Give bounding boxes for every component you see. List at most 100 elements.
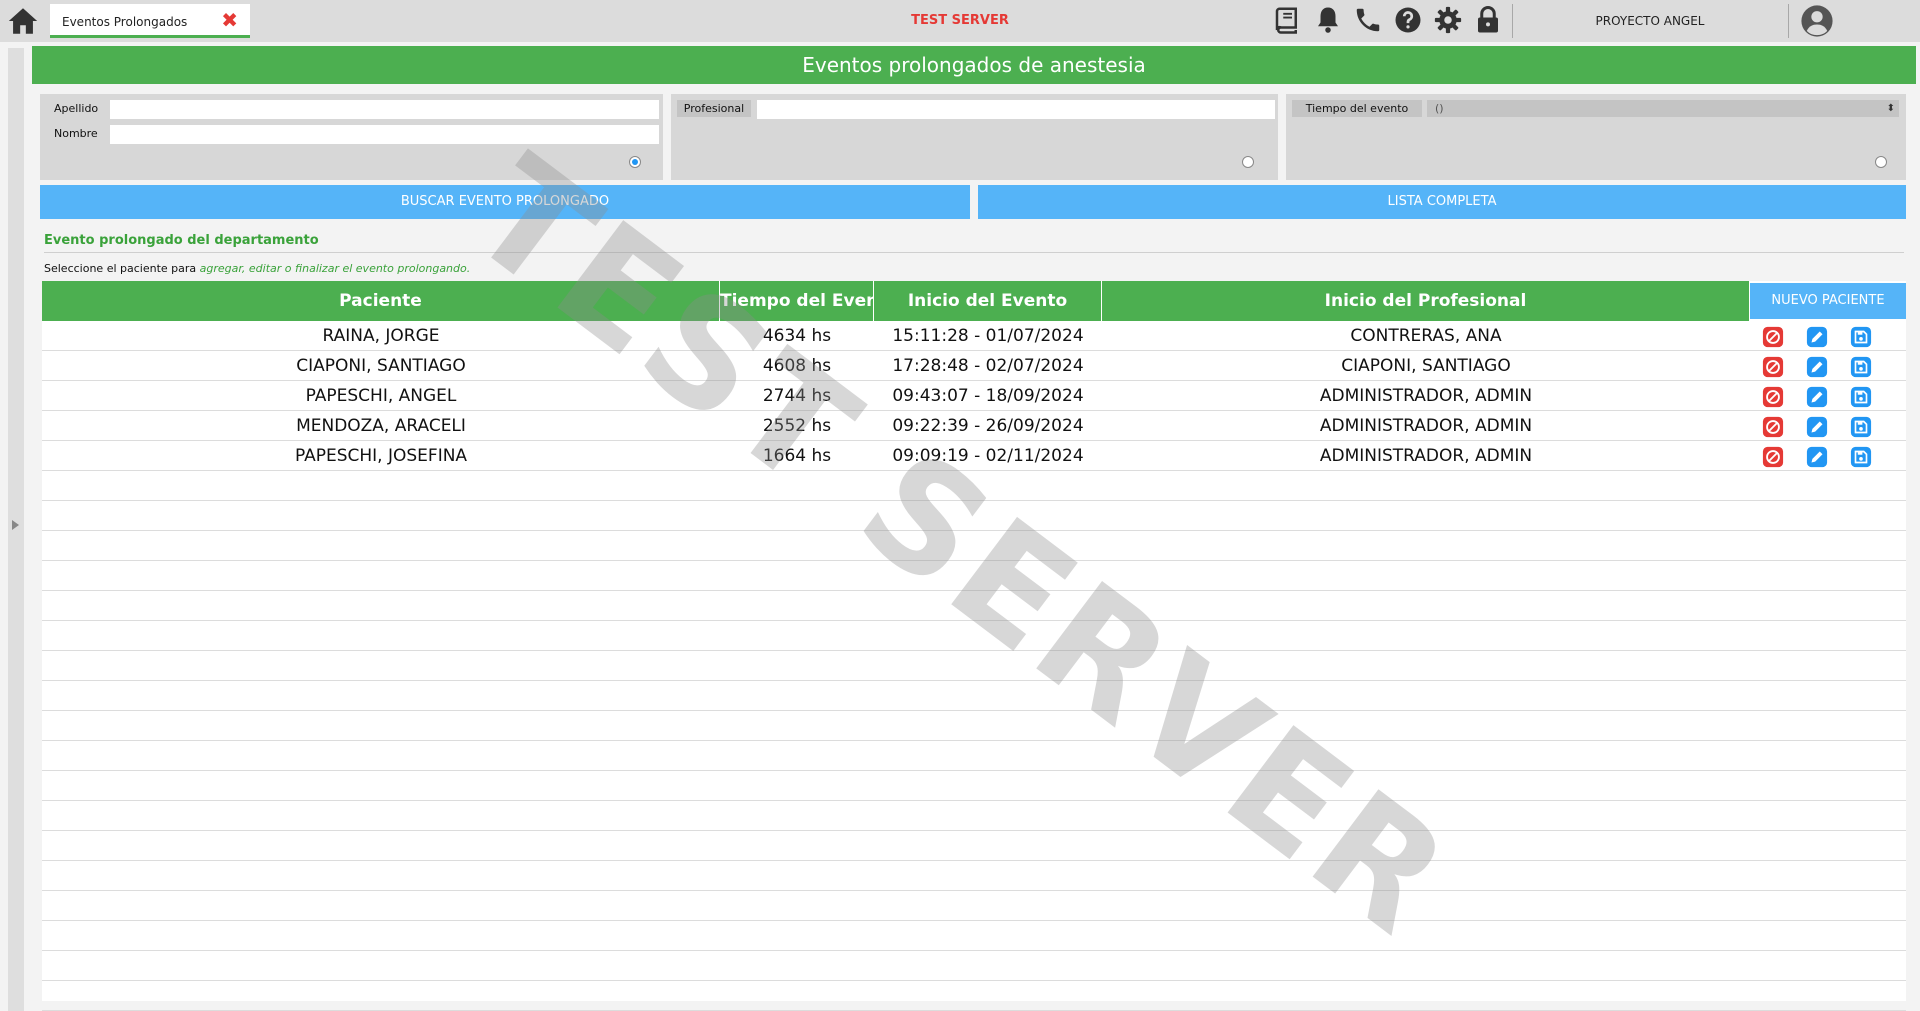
side-panel-toggle[interactable] (8, 48, 24, 1011)
table-row (42, 921, 1906, 951)
table-row (42, 861, 1906, 891)
table-row (42, 591, 1906, 621)
filter-name-radio[interactable] (629, 156, 641, 168)
save-icon[interactable] (1850, 416, 1872, 438)
table-row (42, 621, 1906, 651)
tiempo-label: Tiempo del evento (1292, 100, 1422, 117)
cell-inicio-profesional: ADMINISTRADOR, ADMIN (1319, 446, 1533, 466)
table-row (42, 501, 1906, 531)
table-header: Paciente Tiempo del Evento Inicio del Ev… (42, 281, 1906, 321)
cell-inicio-evento: 09:09:19 - 02/11/2024 (892, 446, 1084, 466)
edit-icon[interactable] (1806, 446, 1828, 468)
cell-inicio-evento: 15:11:28 - 01/07/2024 (892, 326, 1084, 346)
topbar-divider (1512, 4, 1513, 38)
table-row[interactable]: PAPESCHI, JOSEFINA 1664 hs 09:09:19 - 02/1… (42, 441, 1906, 471)
table-row[interactable]: PAPESCHI, ANGEL 2744 hs 09:43:07 - 18/09/2… (42, 381, 1906, 411)
chevron-right-icon (12, 520, 19, 530)
table-row (42, 711, 1906, 741)
table-row (42, 531, 1906, 561)
profesional-label: Profesional (677, 100, 751, 117)
table-row[interactable]: CIAPONI, SANTIAGO 4608 hs 17:28:48 - 02/07… (42, 351, 1906, 381)
page-title: Eventos prolongados de anestesia (32, 46, 1916, 84)
cell-paciente: PAPESCHI, ANGEL (305, 386, 457, 406)
cancel-icon[interactable] (1762, 446, 1784, 468)
sort-arrows-icon: ⬍ (1886, 103, 1895, 114)
bell-icon[interactable] (1313, 5, 1343, 35)
table-row (42, 891, 1906, 921)
instruction-text: Seleccione el paciente para agregar, edi… (44, 262, 470, 275)
instruction-prefix: Seleccione el paciente para (44, 262, 197, 275)
edit-icon[interactable] (1806, 386, 1828, 408)
cell-inicio-profesional: ADMINISTRADOR, ADMIN (1319, 386, 1533, 406)
edit-icon[interactable] (1806, 326, 1828, 348)
edit-icon[interactable] (1806, 356, 1828, 378)
events-table: Paciente Tiempo del Evento Inicio del Ev… (42, 281, 1906, 1011)
table-row (42, 951, 1906, 981)
server-label: TEST SERVER (911, 13, 1009, 28)
header-inicio-profesional[interactable]: Inicio del Profesional (1102, 281, 1750, 321)
save-icon[interactable] (1850, 326, 1872, 348)
tiempo-select-value: () (1435, 102, 1444, 115)
header-tiempo[interactable]: Tiempo del Evento (720, 281, 874, 321)
profesional-input[interactable] (757, 100, 1275, 119)
topbar-divider (1788, 4, 1789, 38)
instruction-highlight: agregar, editar o finalizar el evento pr… (199, 262, 471, 275)
save-icon[interactable] (1850, 356, 1872, 378)
cell-tiempo: 4634 hs (762, 326, 832, 346)
table-row (42, 771, 1906, 801)
header-inicio-evento[interactable]: Inicio del Evento (874, 281, 1102, 321)
edit-icon[interactable] (1806, 416, 1828, 438)
cell-tiempo: 2552 hs (762, 416, 832, 436)
cell-paciente: CIAPONI, SANTIAGO (296, 356, 466, 376)
cell-tiempo: 1664 hs (762, 446, 832, 466)
nombre-input[interactable] (110, 125, 659, 144)
cell-inicio-evento: 09:43:07 - 18/09/2024 (892, 386, 1084, 406)
table-row (42, 741, 1906, 771)
book-icon[interactable] (1272, 5, 1302, 35)
cell-inicio-profesional: ADMINISTRADOR, ADMIN (1319, 416, 1533, 436)
nuevo-paciente-button[interactable]: NUEVO PACIENTE (1750, 283, 1906, 319)
help-icon[interactable] (1393, 5, 1423, 35)
cell-paciente: PAPESCHI, JOSEFINA (294, 446, 468, 466)
cell-inicio-evento: 09:22:39 - 26/09/2024 (892, 416, 1084, 436)
header-paciente[interactable]: Paciente (42, 281, 720, 321)
save-icon[interactable] (1850, 386, 1872, 408)
close-icon[interactable]: ✖ (221, 10, 238, 30)
table-row (42, 681, 1906, 711)
filter-name-panel: Apellido Nombre (40, 94, 663, 180)
cancel-icon[interactable] (1762, 356, 1784, 378)
filter-profesional-radio[interactable] (1242, 156, 1254, 168)
tab-eventos-prolongados[interactable]: Eventos Prolongados ✖ (50, 4, 250, 38)
top-bar: Eventos Prolongados ✖ TEST SERVER PROYEC… (0, 0, 1920, 42)
buscar-evento-button[interactable]: BUSCAR EVENTO PROLONGADO (40, 185, 970, 219)
tiempo-select[interactable]: () ⬍ (1427, 100, 1899, 117)
cell-inicio-profesional: CIAPONI, SANTIAGO (1341, 356, 1511, 376)
phone-icon[interactable] (1353, 5, 1383, 35)
apellido-input[interactable] (110, 100, 659, 119)
user-avatar-icon[interactable] (1800, 4, 1834, 38)
table-row (42, 561, 1906, 591)
project-label[interactable]: PROYECTO ANGEL (1560, 14, 1740, 28)
home-icon[interactable] (6, 4, 40, 38)
filter-tiempo-radio[interactable] (1875, 156, 1887, 168)
apellido-label: Apellido (54, 102, 99, 115)
table-row (42, 801, 1906, 831)
table-row[interactable]: RAINA, JORGE 4634 hs 15:11:28 - 01/07/2024… (42, 321, 1906, 351)
cancel-icon[interactable] (1762, 386, 1784, 408)
nombre-label: Nombre (54, 127, 98, 140)
cell-paciente: RAINA, JORGE (322, 326, 440, 346)
table-row (42, 981, 1906, 1011)
cancel-icon[interactable] (1762, 326, 1784, 348)
filter-profesional-panel: Profesional (671, 94, 1278, 180)
cell-inicio-profesional: CONTRERAS, ANA (1350, 326, 1502, 346)
cell-paciente: MENDOZA, ARACELI (296, 416, 466, 436)
save-icon[interactable] (1850, 446, 1872, 468)
table-row[interactable]: MENDOZA, ARACELI 2552 hs 09:22:39 - 26/09/… (42, 411, 1906, 441)
lock-icon[interactable] (1473, 5, 1503, 35)
table-row (42, 471, 1906, 501)
lista-completa-button[interactable]: LISTA COMPLETA (978, 185, 1906, 219)
cancel-icon[interactable] (1762, 416, 1784, 438)
cell-tiempo: 2744 hs (762, 386, 832, 406)
cell-tiempo: 4608 hs (762, 356, 832, 376)
gear-icon[interactable] (1433, 5, 1463, 35)
